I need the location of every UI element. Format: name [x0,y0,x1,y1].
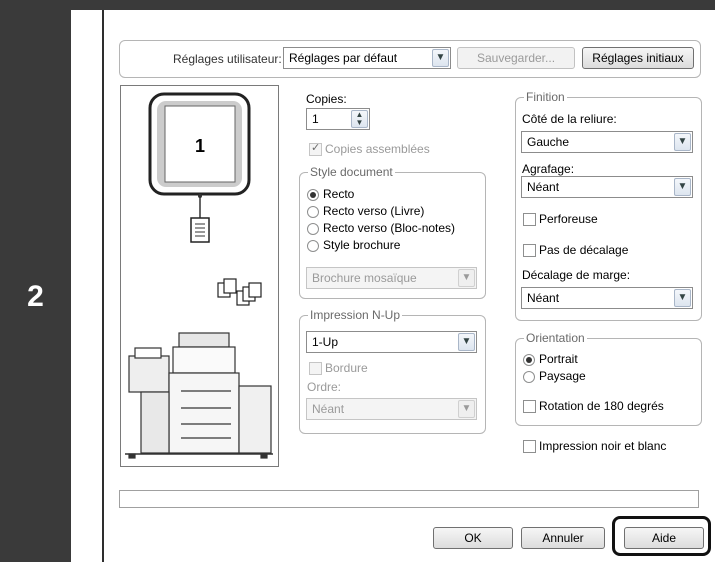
chevron-down-icon: ▼ [674,289,691,307]
booklet-stack-icon [217,278,262,306]
document-icon [190,217,210,243]
radio-recto-verso-book[interactable] [307,206,319,218]
bw-print-label: Impression noir et blanc [539,439,667,453]
radio-recto[interactable] [307,189,319,201]
rotate-180-checkbox[interactable] [523,400,536,413]
radio-recto-verso-tablet[interactable] [307,223,319,235]
cancel-button[interactable]: Annuler [521,527,605,549]
radio-recto-verso-tablet-label: Recto verso (Bloc-notes) [323,221,456,235]
binding-label: Côté de la reliure: [522,112,617,126]
margin-shift-select[interactable]: Néant ▼ [521,287,693,309]
staple-value: Néant [527,180,560,194]
punch-checkbox[interactable] [523,213,536,226]
order-select[interactable]: Néant ▼ [306,398,477,420]
printer-preview-image: 1 [125,92,273,459]
preview-page-number: 1 [195,136,205,156]
order-value: Néant [312,402,345,416]
chevron-down-icon: ▼ [674,178,691,196]
save-button[interactable]: Sauvegarder... [457,47,575,69]
document-style-title: Style document [308,165,395,179]
top-bar [71,0,715,10]
no-offset-label: Pas de décalage [539,243,629,257]
staple-label: Agrafage: [522,162,575,176]
initial-settings-button[interactable]: Réglages initiaux [582,47,694,69]
ok-button[interactable]: OK [433,527,513,549]
radio-portrait[interactable] [523,354,535,366]
portrait-label: Portrait [539,352,578,366]
radio-landscape[interactable] [523,371,535,383]
chevron-down-icon: ▼ [458,333,475,351]
chevron-down-icon: ▼ [432,49,449,67]
collate-checkbox[interactable] [309,141,322,156]
punch-label: Perforeuse [539,212,598,226]
border-checkbox[interactable] [309,362,322,375]
status-bar [119,490,699,508]
copier-machine-icon [125,332,273,459]
step-number: 2 [27,280,44,313]
user-settings-label: Réglages utilisateur: [173,52,282,66]
copies-spinner[interactable]: 1 ▲ ▼ [306,108,370,130]
nup-select[interactable]: 1-Up ▼ [306,331,477,353]
nup-title: Impression N-Up [308,308,403,322]
margin-shift-label: Décalage de marge: [522,268,631,282]
help-button[interactable]: Aide [624,527,704,549]
preview-panel: 1 [120,85,279,467]
radio-booklet[interactable] [307,240,319,252]
bw-print-checkbox[interactable] [523,440,536,453]
landscape-label: Paysage [539,369,586,383]
order-label: Ordre: [307,380,342,394]
radio-recto-verso-book-label: Recto verso (Livre) [323,204,425,218]
user-settings-value: Réglages par défaut [289,51,398,65]
copies-value: 1 [312,112,319,126]
chevron-down-icon: ▼ [458,269,475,287]
nup-value: 1-Up [312,335,339,349]
no-offset-checkbox[interactable] [523,244,536,257]
chevron-down-icon: ▼ [458,400,475,418]
binding-value: Gauche [527,135,570,149]
chevron-down-icon: ▼ [674,133,691,151]
margin-shift-value: Néant [527,291,560,305]
spinner-arrows-icon[interactable]: ▲ ▼ [351,110,368,128]
finishing-title: Finition [524,90,567,104]
rotate-180-label: Rotation de 180 degrés [539,399,664,413]
staple-select[interactable]: Néant ▼ [521,176,693,198]
binding-select[interactable]: Gauche ▼ [521,131,693,153]
booklet-select[interactable]: Brochure mosaïque ▼ [306,267,477,289]
orientation-title: Orientation [524,331,587,345]
copies-label: Copies: [306,92,347,106]
user-settings-select[interactable]: Réglages par défaut ▼ [283,47,451,69]
collate-label: Copies assemblées [325,142,430,156]
radio-booklet-label: Style brochure [323,238,401,252]
border-label: Bordure [325,361,368,375]
radio-recto-label: Recto [323,187,355,201]
booklet-value: Brochure mosaïque [312,271,417,285]
